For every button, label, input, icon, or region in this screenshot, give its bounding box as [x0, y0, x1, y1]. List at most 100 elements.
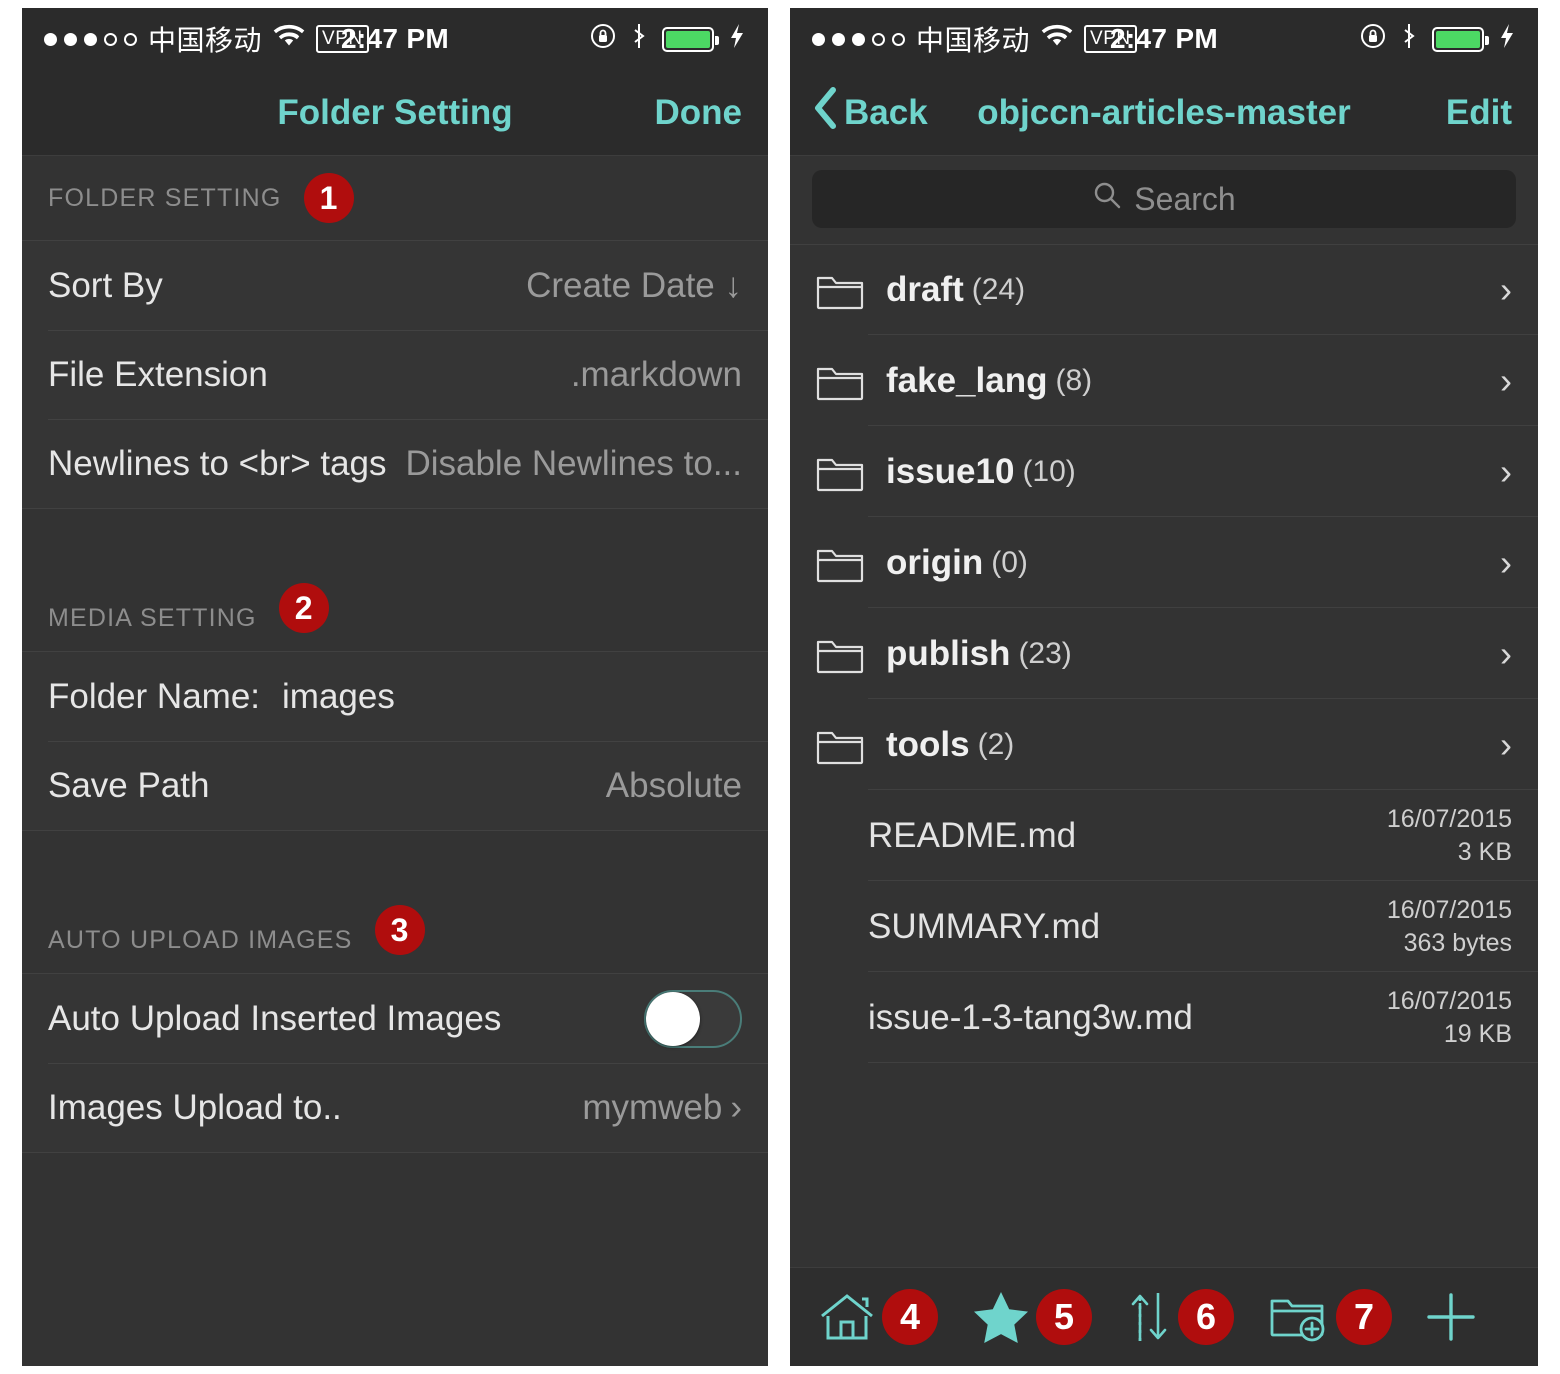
annotation-badge-1: 1 [303, 173, 354, 223]
settings-group-folder: Sort By Create Date ↓ File Extension .ma… [22, 240, 768, 509]
file-size: 363 bytes [1403, 928, 1512, 957]
edit-button[interactable]: Edit [1446, 93, 1512, 133]
annotation-badge-7: 7 [1336, 1289, 1392, 1345]
row-label: Auto Upload Inserted Images [48, 998, 502, 1038]
left-screen-folder-setting: 中国移动 VPN 2:47 PM Folder Setting Done FOL… [22, 8, 768, 1366]
right-screen-file-browser: 中国移动 VPN 2:47 PM Back objccn-articles-ma… [790, 8, 1538, 1366]
annotation-badge-4: 4 [882, 1289, 938, 1345]
file-name: README.md [868, 815, 1077, 855]
folder-name: publish [886, 633, 1011, 673]
folder-count: (8) [1055, 363, 1093, 397]
row-images-upload-to[interactable]: Images Upload to.. mymweb › [22, 1063, 768, 1152]
file-row-issue-1-3-tang3w[interactable]: issue-1-3-tang3w.md 16/07/2015 19 KB [790, 972, 1538, 1063]
folder-icon [816, 634, 864, 674]
file-row-summary[interactable]: SUMMARY.md 16/07/2015 363 bytes [790, 881, 1538, 972]
row-save-path[interactable]: Save Path Absolute [22, 741, 768, 830]
folder-count: (24) [971, 272, 1026, 306]
row-label: Images Upload to.. [48, 1087, 342, 1127]
chevron-right-icon: › [1500, 632, 1512, 674]
chevron-right-icon: › [1500, 268, 1512, 310]
folder-icon [816, 725, 864, 765]
chevron-right-icon: › [1500, 450, 1512, 492]
toolbar-item-favorites[interactable]: 5 [972, 1289, 1092, 1345]
plus-icon[interactable] [1422, 1288, 1480, 1346]
row-sort-by[interactable]: Sort By Create Date ↓ [22, 241, 768, 330]
row-value: Absolute [605, 765, 742, 805]
charging-bolt-icon [1498, 22, 1516, 57]
annotation-badge-6: 6 [1178, 1289, 1234, 1345]
battery-icon [662, 26, 719, 52]
folder-count: (2) [977, 727, 1015, 761]
folder-name: fake_lang [886, 360, 1048, 400]
settings-group-auto-upload: Auto Upload Inserted Images Images Uploa… [22, 973, 768, 1153]
folder-icon [816, 270, 864, 310]
search-input[interactable]: Search [812, 170, 1516, 228]
file-date: 16/07/2015 [1386, 986, 1512, 1015]
row-file-extension[interactable]: File Extension .markdown [22, 330, 768, 419]
folder-row-tools[interactable]: tools (2) › [790, 699, 1538, 790]
status-bar-right: 中国移动 VPN 2:47 PM [790, 8, 1538, 70]
folder-count: (23) [1018, 636, 1072, 670]
file-list: draft (24) › fake_lang (8) › issue10 (10… [790, 244, 1538, 1063]
section-title: AUTO UPLOAD IMAGES [48, 926, 353, 954]
bottom-toolbar: 4 5 6 7 [790, 1267, 1538, 1366]
screenshot-root: 中国移动 VPN 2:47 PM Folder Setting Done FOL… [0, 0, 1560, 1374]
home-icon[interactable] [818, 1291, 876, 1343]
annotation-badge-2: 2 [278, 583, 329, 633]
row-folder-name[interactable]: Folder Name: images [22, 652, 768, 741]
file-name: SUMMARY.md [868, 906, 1101, 946]
folder-name: issue10 [886, 451, 1015, 491]
charging-bolt-icon [728, 22, 746, 57]
search-bar-container: Search [790, 156, 1538, 244]
folder-icon [816, 361, 864, 401]
folder-name: tools [886, 724, 970, 764]
done-button[interactable]: Done [655, 93, 743, 133]
status-bar-right-group [590, 22, 746, 57]
toolbar-item-sort[interactable]: 6 [1126, 1289, 1234, 1345]
auto-upload-toggle[interactable] [644, 989, 742, 1048]
settings-group-media: Folder Name: images Save Path Absolute [22, 651, 768, 831]
sort-arrows-icon[interactable] [1126, 1289, 1172, 1345]
bluetooth-icon [1400, 22, 1418, 57]
section-title: MEDIA SETTING [48, 604, 257, 632]
row-label: File Extension [48, 354, 268, 394]
row-newlines-to-br-tags[interactable]: Newlines to <br> tags Disable Newlines t… [22, 419, 768, 508]
row-value: mymweb [582, 1087, 723, 1127]
page-title: objccn-articles-master [977, 92, 1351, 132]
file-meta: 16/07/2015 363 bytes [1387, 894, 1512, 960]
row-value: images [282, 676, 395, 716]
toolbar-item-new-folder[interactable]: 7 [1268, 1289, 1392, 1345]
file-meta: 16/07/2015 3 KB [1387, 803, 1512, 869]
folder-row-draft[interactable]: draft (24) › [790, 244, 1538, 335]
folder-row-fake-lang[interactable]: fake_lang (8) › [790, 335, 1538, 426]
folder-row-issue10[interactable]: issue10 (10) › [790, 426, 1538, 517]
chevron-right-icon: › [730, 1087, 742, 1127]
chevron-right-icon: › [1500, 723, 1512, 765]
folder-icon [816, 543, 864, 583]
star-icon[interactable] [972, 1290, 1030, 1344]
section-header-folder-setting: FOLDER SETTING 1 [22, 156, 768, 240]
chevron-right-icon: › [1500, 359, 1512, 401]
toolbar-item-add[interactable] [1422, 1288, 1480, 1346]
chevron-right-icon: › [1500, 541, 1512, 583]
section-header-media-setting: MEDIA SETTING 2 [22, 509, 768, 651]
bluetooth-icon [630, 22, 648, 57]
file-date: 16/07/2015 [1386, 895, 1512, 924]
file-size: 3 KB [1457, 837, 1512, 866]
row-value: Create Date ↓ [526, 265, 742, 305]
file-date: 16/07/2015 [1386, 804, 1512, 833]
folder-row-origin[interactable]: origin (0) › [790, 517, 1538, 608]
section-header-auto-upload-images: AUTO UPLOAD IMAGES 3 [22, 831, 768, 973]
row-auto-upload-inserted-images[interactable]: Auto Upload Inserted Images [22, 974, 768, 1063]
search-placeholder: Search [1134, 180, 1236, 217]
row-label: Folder Name: [48, 676, 261, 716]
row-label: Save Path [48, 765, 210, 805]
file-size: 19 KB [1443, 1019, 1512, 1048]
folder-icon [816, 452, 864, 492]
file-row-readme[interactable]: README.md 16/07/2015 3 KB [790, 790, 1538, 881]
folder-row-publish[interactable]: publish (23) › [790, 608, 1538, 699]
new-folder-icon[interactable] [1268, 1291, 1330, 1343]
folder-count: (10) [1022, 454, 1076, 488]
toolbar-item-home[interactable]: 4 [818, 1289, 938, 1345]
file-meta: 16/07/2015 19 KB [1387, 985, 1512, 1051]
